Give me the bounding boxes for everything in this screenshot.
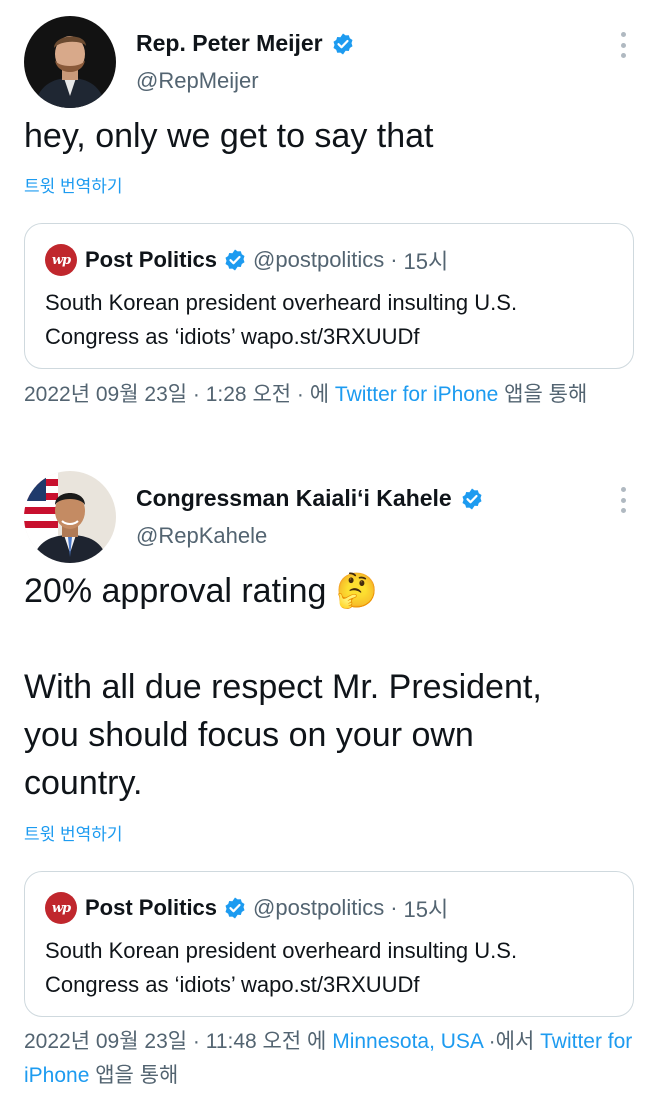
separator-dot: · [291, 383, 310, 406]
tweet-text: 20% approval rating 🤔 With all due respe… [24, 572, 542, 802]
translate-link[interactable]: 트윗 번역하기 [24, 172, 123, 197]
quoted-tweet[interactable]: wp Post Politics @postpolitics · 15시 Sou… [24, 223, 634, 369]
quoted-author-handle: @postpolitics [253, 895, 385, 920]
author-handle[interactable]: @RepMeijer [136, 68, 259, 94]
author-name[interactable]: Rep. Peter Meijer [136, 30, 323, 57]
tweet-date: 2022년 09월 23일 [24, 1030, 188, 1053]
location-link[interactable]: Minnesota, USA [332, 1030, 483, 1053]
quoted-author-name: Post Politics [85, 895, 218, 920]
tweet-text: hey, only we get to say that [24, 117, 434, 155]
quoted-tweet-text: South Korean president overheard insulti… [45, 938, 518, 997]
separator-dot: ·에서 [482, 1030, 541, 1053]
separator-dot: · [390, 895, 398, 920]
quoted-tweet-header: wp Post Politics @postpolitics · 15시 [45, 244, 448, 276]
more-options-icon[interactable] [618, 487, 628, 513]
quoted-author-name: Post Politics [85, 247, 218, 272]
quoted-time: 15시 [403, 897, 449, 922]
verified-badge-icon [462, 488, 482, 509]
tweet-metadata: 2022년 09월 23일 · 1:28 오전 · 에 Twitter for … [24, 378, 634, 412]
source-suffix: 앱을 통해 [498, 383, 588, 406]
wapo-logo: wp [45, 244, 77, 276]
tweet[interactable]: Rep. Peter Meijer @RepMeijer hey, only w… [0, 0, 658, 455]
separator-dot: · [187, 383, 206, 406]
verified-badge-icon [333, 33, 353, 54]
tweet-time[interactable]: 1:28 오전 [206, 383, 291, 406]
location-prefix: 에 [301, 1030, 333, 1053]
tweet-metadata: 2022년 09월 23일 · 11:48 오전 에 Minnesota, US… [24, 1025, 634, 1093]
avatar-image [24, 471, 116, 563]
separator-dot: · [187, 1030, 206, 1053]
quoted-time: 15시 [403, 249, 449, 274]
via-prefix: 에 [309, 383, 335, 406]
wapo-logo: wp [45, 892, 77, 924]
verified-badge-icon [225, 249, 245, 271]
author-name-row[interactable]: Rep. Peter Meijer [136, 30, 355, 57]
source-link[interactable]: Twitter for iPhone [335, 383, 498, 406]
author-name-row[interactable]: Congressman Kaiali‘i Kahele [136, 485, 484, 512]
quoted-tweet-header: wp Post Politics @postpolitics · 15시 [45, 892, 448, 924]
more-options-icon[interactable] [618, 32, 628, 58]
avatar[interactable] [24, 471, 116, 563]
separator-dot: · [390, 247, 398, 272]
quoted-tweet[interactable]: wp Post Politics @postpolitics · 15시 Sou… [24, 871, 634, 1017]
avatar[interactable] [24, 16, 116, 108]
avatar-image [24, 16, 116, 108]
tweet-time[interactable]: 11:48 오전 [206, 1030, 301, 1053]
tweet-date: 2022년 09월 23일 [24, 383, 188, 406]
quoted-author-handle: @postpolitics [253, 247, 385, 272]
translate-link[interactable]: 트윗 번역하기 [24, 820, 123, 845]
author-handle[interactable]: @RepKahele [136, 523, 267, 549]
quoted-tweet-text: South Korean president overheard insulti… [45, 290, 518, 349]
author-name[interactable]: Congressman Kaiali‘i Kahele [136, 485, 452, 512]
tweet[interactable]: Congressman Kaiali‘i Kahele @RepKahele 2… [0, 455, 658, 1095]
verified-badge-icon [225, 897, 245, 919]
source-suffix: 앱을 통해 [89, 1064, 179, 1087]
